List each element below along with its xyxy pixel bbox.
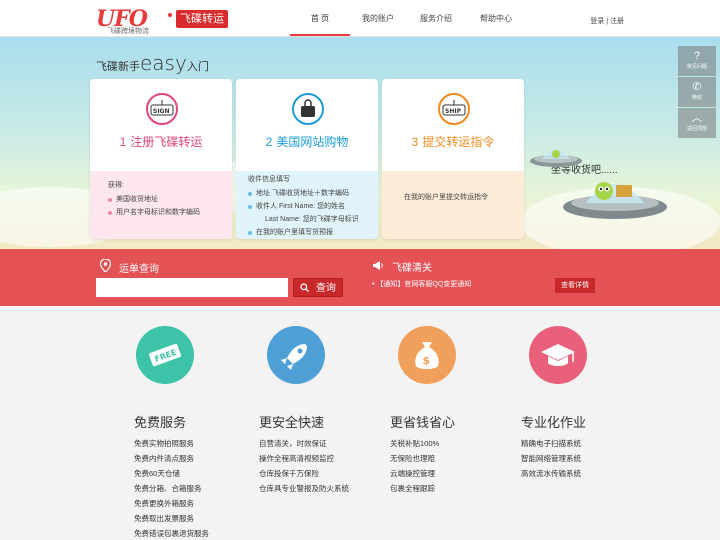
features-section: FREE 免费服务 免费实物拍照服务 免费内件清点服务 免费60天仓储 免费分箱… xyxy=(0,306,720,540)
free-tag-icon: FREE xyxy=(136,326,194,384)
faq-button[interactable]: ? 常见问题 xyxy=(678,46,716,76)
shopping-bag-icon xyxy=(292,93,324,125)
card-title: 2 美国网站购物 xyxy=(265,135,349,149)
rocket-icon xyxy=(267,326,325,384)
login-link[interactable]: 登录 xyxy=(590,18,604,25)
step-card-ship[interactable]: SHIP 3 提交转运指令 在我的账户里提交转运指令 xyxy=(382,79,524,239)
tracking-number-input[interactable] xyxy=(96,278,288,297)
large-ufo-illustration xyxy=(563,182,667,219)
card-title: 3 提交转运指令 xyxy=(411,135,495,149)
side-toolbar: ? 常见问题 ✆ 微信 ︿ 返回顶部 xyxy=(678,46,716,139)
main-nav: 首 页 我的账户 服务介绍 帮助中心 xyxy=(290,0,526,37)
feature-list: 免费实物拍照服务 免费内件清点服务 免费60天仓储 免费分箱、合箱服务 免费更换… xyxy=(134,439,209,538)
hero-title: 飞碟新手easy入门 xyxy=(96,51,209,75)
sign-icon: SIGN xyxy=(146,93,178,125)
step-card-shopping[interactable]: 2 美国网站购物 收件信息填写 地址 飞碟收货地址＋数字编码 收件人 First … xyxy=(236,79,378,239)
nav-home[interactable]: 首 页 xyxy=(290,0,350,36)
feature-list: 关税补贴100% 无保险也理赔 云端操控管理 包裹全程跟踪 xyxy=(390,439,440,493)
hero-title-easy: easy xyxy=(140,51,187,75)
card-list: 在我的账户里提交转运指令 xyxy=(404,194,488,201)
top-header: UFO 飞碟跨境物流 飞碟转运 首 页 我的账户 服务介绍 帮助中心 登录 | … xyxy=(0,0,720,37)
wechat-button[interactable]: ✆ 微信 xyxy=(678,77,716,107)
card-bottom xyxy=(382,171,524,239)
tracking-band: 运单查询 查询 飞碟清关 • 【通知】官网客服QQ变更通知 查看详情 xyxy=(0,249,720,306)
nav-services[interactable]: 服务介绍 xyxy=(406,0,466,37)
nav-my-account[interactable]: 我的账户 xyxy=(348,0,408,37)
location-pin-icon xyxy=(99,258,112,275)
feature-title: 免费服务 xyxy=(134,415,187,430)
feature-list: 自营清关，时效保证 操作全程高清视频监控 仓库投保千万保险 仓库具专业警报及防火… xyxy=(259,439,349,493)
card-list: 获得: 美国收货地址 用户名字母标识和数字编码 xyxy=(108,179,200,219)
card-title: 1 注册飞碟转运 xyxy=(119,135,203,149)
feature-title: 专业化作业 xyxy=(521,415,587,430)
ship-icon: SHIP xyxy=(438,93,470,125)
card-list: 收件信息填写 地址 飞碟收货地址＋数字编码 收件人 First Name: 您的… xyxy=(248,173,359,239)
tracking-search-button[interactable]: 查询 xyxy=(293,278,343,297)
notice-title: 飞碟清关 xyxy=(372,259,432,274)
logo-subtitle: 飞碟跨境物流 xyxy=(107,28,149,35)
wechat-icon: ✆ xyxy=(692,81,702,93)
notice-item[interactable]: • 【通知】官网客服QQ变更通知 xyxy=(372,279,471,289)
brand-badge: 飞碟转运 xyxy=(176,10,228,28)
logo[interactable]: UFO 飞碟跨境物流 xyxy=(96,4,158,35)
back-to-top-button[interactable]: ︿ 返回顶部 xyxy=(678,108,716,138)
tracking-title: 运单查询 xyxy=(99,258,159,275)
feature-title: 更省钱省心 xyxy=(390,415,456,430)
nav-help[interactable]: 帮助中心 xyxy=(466,0,526,37)
svg-text:SHIP: SHIP xyxy=(445,108,462,115)
megaphone-icon xyxy=(372,260,384,274)
hero-title-post: 入门 xyxy=(186,61,209,73)
view-details-button[interactable]: 查看详情 xyxy=(555,278,595,293)
graduation-cap-icon xyxy=(529,326,587,384)
money-bag-icon: $ xyxy=(398,326,456,384)
step-card-register[interactable]: SIGN 1 注册飞碟转运 获得: 美国收货地址 用户名字母标识和数字编码 xyxy=(90,79,232,239)
auth-links: 登录 | 注册 xyxy=(590,16,624,26)
hero-section: 飞碟新手easy入门 SIGN 1 注册飞碟转运 获得: 美国收货地址 用户名字母… xyxy=(0,37,720,249)
search-icon xyxy=(300,283,316,294)
hero-title-pre: 飞碟新手 xyxy=(96,61,140,73)
feature-list: 精确电子扫描系统 智能网络管理系统 高效流水传输系统 xyxy=(521,439,581,478)
chevron-up-icon: ︿ xyxy=(691,112,703,124)
feature-title: 更安全快速 xyxy=(259,415,325,430)
register-link[interactable]: 注册 xyxy=(610,18,624,25)
logo-dot xyxy=(168,13,172,17)
question-icon: ? xyxy=(693,50,701,62)
svg-text:$: $ xyxy=(423,354,431,367)
svg-text:SIGN: SIGN xyxy=(153,108,170,115)
